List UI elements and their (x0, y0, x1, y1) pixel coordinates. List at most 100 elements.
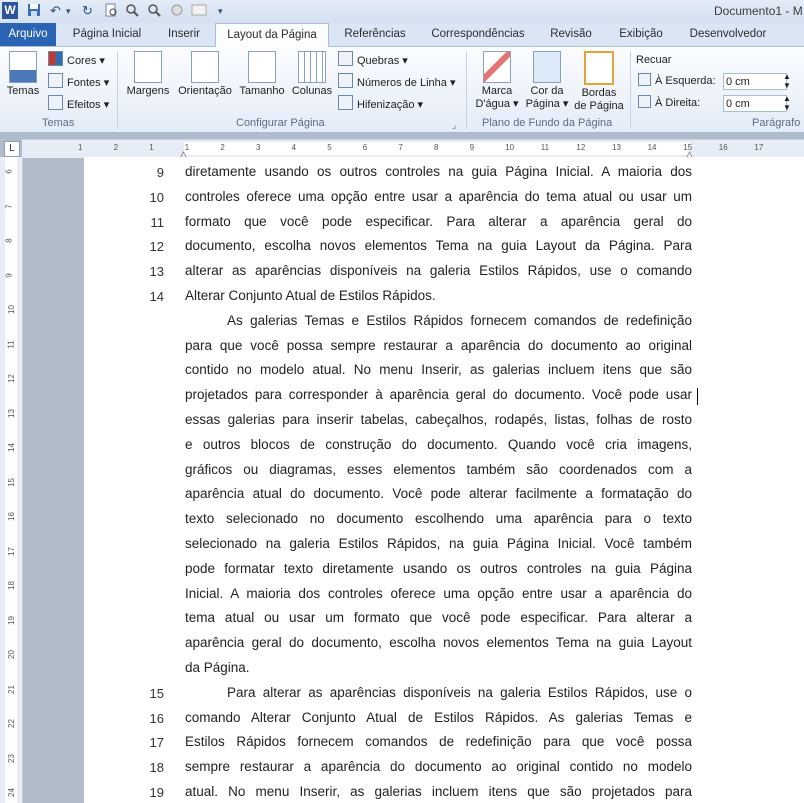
zoom-out-icon[interactable] (147, 3, 161, 19)
document-text-line[interactable]: diretamente usando os outros controles n… (185, 164, 692, 180)
ruler-tick-label: 23 (6, 753, 16, 763)
group-separator (117, 51, 118, 129)
columns-button[interactable]: Colunas (290, 51, 334, 98)
redo-icon[interactable]: ↻ (82, 3, 93, 19)
tab-mailings[interactable]: Correspondências (426, 23, 530, 46)
tab-home[interactable]: Página Inicial (66, 23, 148, 46)
font-size-icon[interactable] (191, 3, 207, 19)
hyphenation-button[interactable]: Hifenização ▾ (338, 95, 423, 113)
ribbon-tab-bar: Arquivo Página Inicial Inserir Layout da… (0, 23, 804, 48)
ruler-tick-label: 1 (149, 143, 154, 152)
document-text-line[interactable]: essas galerias para inserir tabelas, cab… (185, 412, 692, 428)
document-text-line[interactable]: projetados para corresponder à aparência… (185, 387, 692, 403)
group-label-themes: Temas (42, 117, 75, 129)
fonts-button[interactable]: Fontes ▾ (48, 73, 109, 91)
document-text-line[interactable]: tema atual ou usar um formato que você p… (185, 610, 692, 626)
save-icon[interactable] (27, 3, 41, 19)
colors-button[interactable]: Cores ▾ (48, 51, 105, 69)
size-icon (248, 51, 276, 83)
indent-right-field[interactable]: 0 cm (723, 95, 787, 112)
undo-dropdown-icon[interactable]: ▾ (66, 3, 71, 19)
watermark-button[interactable]: Marca D'água ▾ (472, 51, 522, 111)
document-text-line[interactable]: para que você possa sempre restaurar a a… (185, 338, 692, 354)
document-text-line[interactable]: formato que você pode especificar. Para … (185, 214, 692, 230)
document-text-line[interactable]: gráficos ou diagramas, esses elementos t… (185, 462, 692, 478)
line-number: 13 (149, 264, 164, 280)
line-numbers-button[interactable]: Números de Linha ▾ (338, 73, 455, 91)
margins-button[interactable]: Margens (124, 51, 172, 98)
indent-right-spin-icon[interactable]: ▲ ▼ (783, 94, 791, 112)
document-text-line[interactable]: Estilos Rápidos fornecem comandos de red… (185, 734, 692, 750)
indent-left-field[interactable]: 0 cm (723, 73, 787, 90)
breaks-button[interactable]: Quebras ▾ (338, 51, 408, 69)
vertical-ruler[interactable]: 6 7 8 9 10 11 12 13 14 15 16 17 18 19 20 21 22 23 24 (0, 157, 23, 803)
document-text-line[interactable]: selecionado na galeria Estilos Rápidos, … (185, 536, 692, 552)
word-app-icon[interactable]: W (2, 2, 18, 19)
document-text-line[interactable]: documento, escolha novos elementos Tema … (185, 238, 692, 254)
ruler-tick-label: 13 (6, 408, 16, 418)
zoom-in-icon[interactable] (125, 3, 139, 19)
ruler-tick-label: 22 (6, 719, 16, 728)
document-text-line[interactable]: pode formatar texto diretamente usando o… (185, 561, 692, 577)
document-text-line[interactable]: aparência geral do documento, escolha no… (185, 635, 692, 651)
document-text-line[interactable]: contido no modelo atual. No menu Inserir… (185, 362, 692, 378)
tab-review[interactable]: Revisão (543, 23, 599, 46)
document-text-line[interactable]: atual. No menu Inserir, as galerias incl… (185, 784, 692, 800)
ribbon: Temas Cores ▾ Fontes ▾ Efeitos ▾ Temas M… (0, 47, 804, 133)
document-text-line[interactable]: da Página. (185, 660, 692, 676)
tab-view[interactable]: Exibição (612, 23, 670, 46)
tab-page-layout[interactable]: Layout da Página (215, 23, 329, 48)
document-text-line[interactable]: sempre restaurar a aparência do document… (185, 759, 692, 775)
ruler-tick-label: 12 (6, 374, 16, 383)
document-text-line[interactable]: e outros blocos de construção do documen… (185, 437, 692, 453)
document-text-line[interactable]: aparência atual do documento. Você pode … (185, 486, 692, 502)
group-label-page-setup: Configurar Página (236, 117, 325, 129)
title-bar: W ↶ ▾ ↻ ▾ Documento1 - M (0, 0, 804, 23)
ruler-tick-label: 2 (220, 143, 225, 152)
tab-insert[interactable]: Inserir (158, 23, 210, 46)
indent-left-spin-icon[interactable]: ▲ ▼ (783, 72, 791, 90)
ruler-tick-label: 13 (612, 143, 621, 152)
themes-button[interactable]: Temas (4, 51, 42, 98)
size-button[interactable]: Tamanho (237, 51, 287, 98)
effects-button[interactable]: Efeitos ▾ (48, 95, 109, 113)
document-text-line[interactable]: comando Alterar Conjunto Atual de Estilo… (185, 710, 692, 726)
line-number: 9 (156, 165, 164, 180)
indent-right-label: À Direita: (638, 95, 700, 111)
page-setup-launcher-icon[interactable]: ⌟ (452, 117, 456, 133)
orientation-icon (191, 51, 219, 83)
ruler-tick-label: 7 (4, 203, 14, 209)
ruler-tick-label: 16 (718, 143, 728, 152)
tab-developer[interactable]: Desenvolvedor (682, 23, 774, 46)
document-text-line[interactable]: Alterar Conjunto Atual de Estilos Rápido… (185, 288, 692, 304)
ruler-tick-label: 7 (398, 143, 403, 152)
line-number: 14 (149, 289, 164, 304)
ruler-tick-label: 19 (6, 615, 16, 625)
effects-icon (48, 95, 63, 110)
undo-icon[interactable]: ↶ (50, 3, 61, 19)
page-color-button[interactable]: Cor da Página ▾ (524, 51, 570, 111)
ruler-tick-label: 10 (6, 305, 16, 314)
ruler-tab-selector[interactable]: L (4, 141, 20, 157)
line-number: 16 (149, 710, 164, 726)
horizontal-ruler[interactable]: 1 2 1 1 2 3 4 5 6 7 8 9 10 11 12 13 14 15 16 17 △ △ (22, 139, 804, 159)
document-text-line[interactable]: controles oferece uma opção entre usar a… (185, 189, 692, 205)
colors-icon (48, 51, 63, 66)
ruler-tick-label: 8 (434, 143, 439, 152)
print-preview-icon[interactable] (104, 3, 118, 19)
document-text-line[interactable]: As galerias Temas e Estilos Rápidos forn… (185, 313, 692, 329)
indent-left-label: À Esquerda: (638, 73, 716, 89)
circle-icon[interactable] (170, 3, 184, 19)
document-text-line[interactable]: Para alterar as aparências disponíveis n… (185, 685, 692, 701)
tab-references[interactable]: Referências (336, 23, 414, 46)
page-borders-button[interactable]: Bordas de Página (573, 51, 625, 113)
tab-file[interactable]: Arquivo (0, 23, 56, 46)
ruler-tick-label: 14 (6, 443, 16, 452)
line-number: 18 (149, 760, 164, 776)
ruler-tick-label: 11 (6, 339, 16, 349)
orientation-button[interactable]: Orientação (176, 51, 234, 98)
document-text-line[interactable]: Inicial. A maioria dos controles oferece… (185, 586, 692, 602)
document-text-line[interactable]: texto selecionado no documento escolhend… (185, 511, 692, 527)
customize-toolbar-icon[interactable]: ▾ (218, 3, 223, 19)
document-text-line[interactable]: alterar as aparências disponíveis na gal… (185, 263, 692, 279)
